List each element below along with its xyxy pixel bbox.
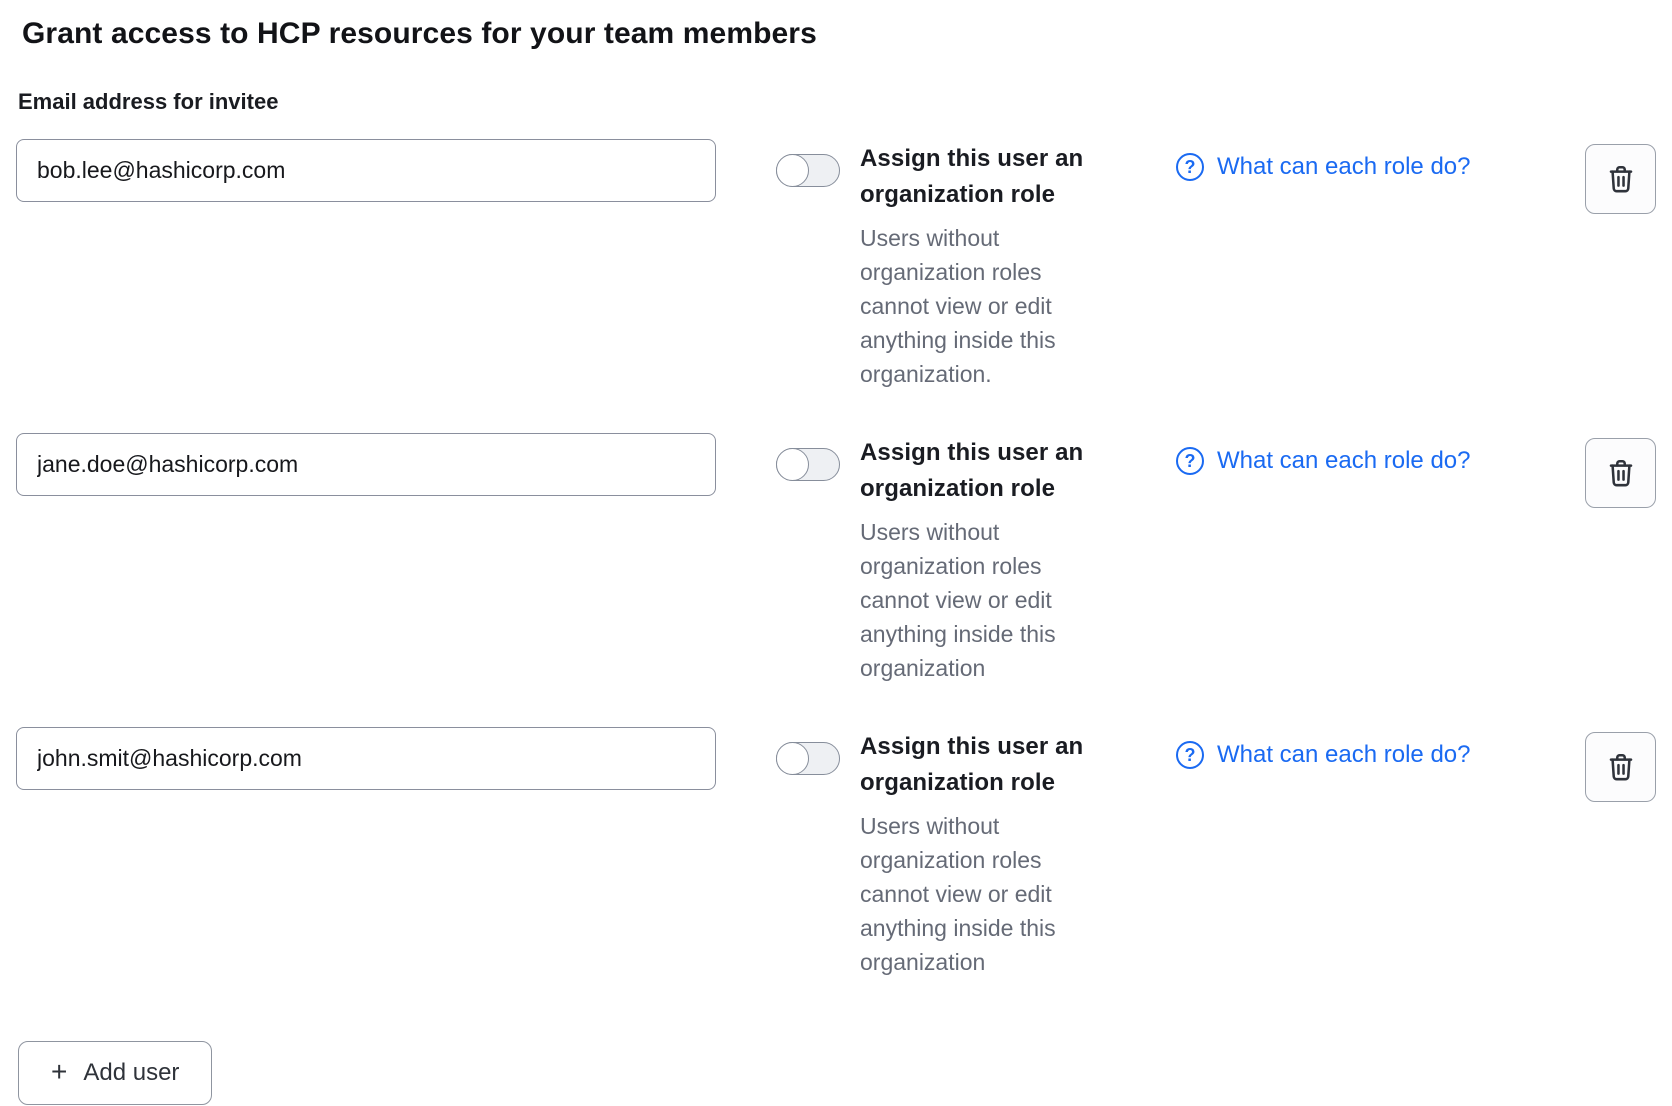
delete-row-button[interactable] [1585,732,1656,802]
role-help-link[interactable]: ? What can each role do? [1176,741,1471,769]
role-help-link[interactable]: ? What can each role do? [1176,153,1471,181]
invite-row: Assign this user an organization role Us… [16,139,1656,391]
email-input[interactable] [16,727,716,790]
org-role-toggle[interactable] [776,154,840,187]
help-link-label: What can each role do? [1217,153,1471,181]
toggle-knob [776,448,809,481]
trash-icon [1605,163,1637,195]
question-mark-icon: ? [1176,741,1204,769]
trash-icon [1605,751,1637,783]
role-helper-text: Users without organization roles cannot … [860,221,1065,391]
role-text-block: Assign this user an organization role Us… [860,435,1116,685]
role-text-block: Assign this user an organization role Us… [860,141,1116,391]
page-title: Grant access to HCP resources for your t… [22,16,1656,52]
role-toggle-label: Assign this user an organization role [860,141,1110,213]
trash-icon [1605,457,1637,489]
role-help-link[interactable]: ? What can each role do? [1176,447,1471,475]
role-toggle-label: Assign this user an organization role [860,729,1110,801]
toggle-knob [776,742,809,775]
delete-row-button[interactable] [1585,438,1656,508]
invite-rows: Assign this user an organization role Us… [16,139,1656,979]
help-link-label: What can each role do? [1217,447,1471,475]
delete-row-button[interactable] [1585,144,1656,214]
role-toggle-label: Assign this user an organization role [860,435,1110,507]
org-role-toggle[interactable] [776,448,840,481]
org-role-toggle[interactable] [776,742,840,775]
invite-row: Assign this user an organization role Us… [16,727,1656,979]
role-text-block: Assign this user an organization role Us… [860,729,1116,979]
role-helper-text: Users without organization roles cannot … [860,809,1065,979]
invite-row: Assign this user an organization role Us… [16,433,1656,685]
help-link-label: What can each role do? [1217,741,1471,769]
email-input[interactable] [16,433,716,496]
add-user-label: Add user [83,1059,179,1087]
role-helper-text: Users without organization roles cannot … [860,515,1065,685]
email-input[interactable] [16,139,716,202]
add-user-button[interactable]: + Add user [18,1041,212,1105]
question-mark-icon: ? [1176,447,1204,475]
email-address-label: Email address for invitee [18,88,1656,115]
toggle-knob [776,154,809,187]
question-mark-icon: ? [1176,153,1204,181]
plus-icon: + [51,1058,67,1086]
